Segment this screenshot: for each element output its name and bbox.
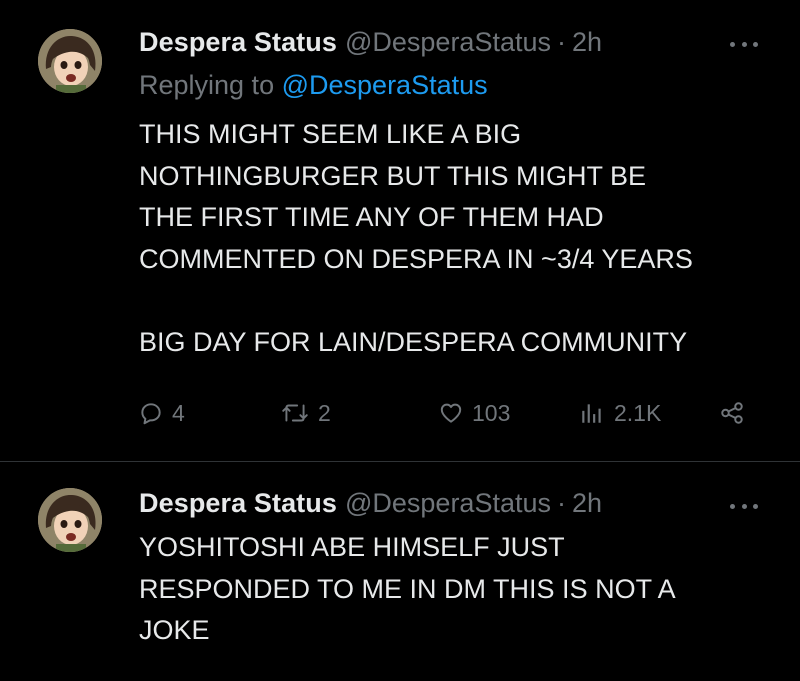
tweet[interactable]: Despera Status @DesperaStatus · 2h Reply…	[0, 0, 800, 462]
display-name[interactable]: Despera Status	[139, 488, 337, 519]
reply-icon	[141, 403, 161, 425]
tweet-header: Despera Status @DesperaStatus · 2h	[139, 486, 602, 520]
avatar[interactable]	[38, 488, 102, 552]
more-dot	[753, 503, 758, 509]
timestamp[interactable]: 2h	[572, 488, 602, 519]
more-dot	[753, 41, 758, 47]
avatar[interactable]	[38, 29, 102, 93]
replying-to: Replying to @DesperaStatus	[139, 70, 488, 101]
share-button[interactable]	[718, 391, 746, 435]
like-button[interactable]: 103	[438, 391, 510, 435]
separator: ·	[557, 26, 566, 57]
divider	[0, 461, 800, 462]
tweet-header: Despera Status @DesperaStatus · 2h	[139, 25, 602, 59]
more-dot	[730, 41, 735, 47]
views-icon	[582, 404, 601, 423]
anime-avatar-icon	[38, 488, 102, 552]
separator: ·	[557, 487, 566, 518]
more-dot	[741, 41, 747, 47]
more-icon[interactable]	[726, 496, 762, 516]
views-count: 2.1K	[614, 399, 662, 426]
share-icon	[721, 402, 743, 424]
retweet-button[interactable]: 2	[280, 391, 331, 435]
retweet-icon	[282, 404, 308, 422]
like-icon	[440, 403, 462, 423]
replying-mention[interactable]: @DesperaStatus	[282, 70, 488, 100]
action-bar: 4 2 103 2.1K	[0, 391, 800, 435]
handle[interactable]: @DesperaStatus	[345, 27, 551, 58]
anime-avatar-icon	[38, 29, 102, 93]
more-dot	[741, 503, 747, 509]
reply-button[interactable]: 4	[138, 391, 185, 435]
reply-count: 4	[172, 399, 185, 426]
display-name[interactable]: Despera Status	[139, 27, 337, 58]
tweet-text: YOSHITOSHI ABE HIMSELF JUST RESPONDED TO…	[139, 532, 676, 645]
handle[interactable]: @DesperaStatus	[345, 488, 551, 519]
views-button[interactable]: 2.1K	[578, 391, 661, 435]
timestamp[interactable]: 2h	[572, 27, 602, 58]
more-icon[interactable]	[726, 34, 762, 54]
tweet[interactable]: Despera Status @DesperaStatus · 2h YOSHI…	[0, 463, 800, 681]
tweet-text: THIS MIGHT SEEM LIKE A BIG NOTHINGBURGER…	[139, 119, 693, 357]
like-count: 103	[472, 399, 511, 426]
more-dot	[730, 503, 735, 509]
retweet-count: 2	[318, 399, 331, 426]
replying-prefix: Replying to	[139, 70, 275, 100]
